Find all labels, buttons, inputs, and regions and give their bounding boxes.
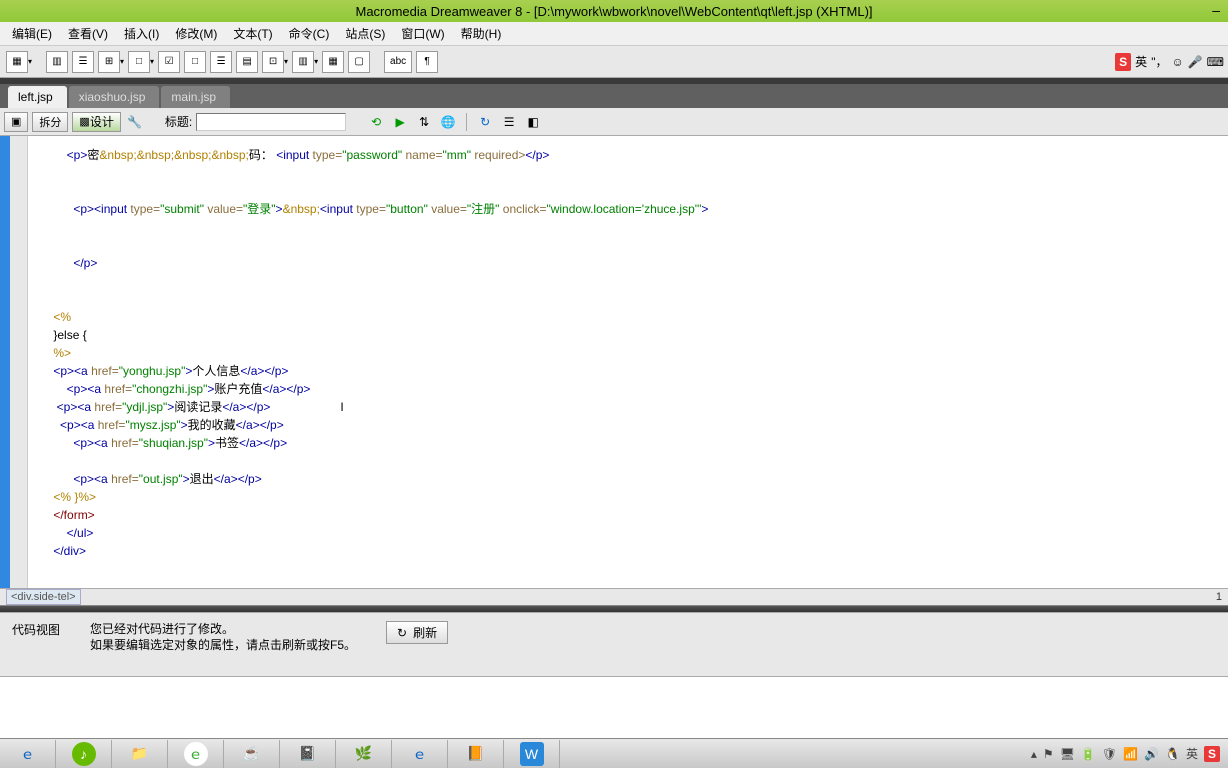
document-tabs: left.jsp xiaoshuo.jsp main.jsp [0,84,1228,108]
taskbar-book-icon[interactable]: 📙 [448,740,504,768]
taskbar-notes-icon[interactable]: 📓 [280,740,336,768]
ime-keyboard-icon[interactable]: ⌨ [1207,55,1224,69]
menu-view[interactable]: 查看(V) [60,23,116,44]
code-content[interactable]: <p>密&nbsp;&nbsp;&nbsp;&nbsp;码： <input ty… [28,136,1228,588]
server-debug-icon[interactable]: 🔧 [125,112,145,132]
view-options-icon[interactable]: ☰ [499,112,519,132]
menu-window[interactable]: 窗口(W) [393,23,452,44]
no-browser-check-icon[interactable]: ⟲ [366,112,386,132]
refresh-icon: ↻ [397,626,407,640]
caret-icon[interactable]: ▾ [314,57,318,66]
tray-safedisk-icon[interactable]: 🖥 [1060,747,1075,761]
preview-globe-icon[interactable]: 🌐 [438,112,458,132]
tray-sogou-icon[interactable]: S [1204,746,1220,762]
insert-form-icon[interactable]: ☑ [158,51,180,73]
taskbar-weibo-icon[interactable]: 🌿 [336,740,392,768]
menu-commands[interactable]: 命令(C) [281,23,338,44]
properties-message-2: 如果要编辑选定对象的属性，请点击刷新或按F5。 [90,637,356,653]
caret-icon[interactable]: ▾ [150,57,154,66]
title-label: 标题: [165,113,192,130]
caret-icon[interactable]: ▾ [120,57,124,66]
properties-panel: 代码视图 您已经对代码进行了修改。 如果要编辑选定对象的属性，请点击刷新或按F5… [0,612,1228,676]
insert-frame-icon[interactable]: ⊡ [262,51,284,73]
window-title: Macromedia Dreamweaver 8 - [D:\mywork\wb… [355,4,872,19]
taskbar-java-icon[interactable]: ☕ [224,740,280,768]
refresh-button[interactable]: ↻ 刷新 [386,621,448,644]
code-gutter-marker [0,136,10,588]
insert-image-icon[interactable]: ⊞ [98,51,120,73]
tag-selector-bar: <div.side-tel> 1 [0,588,1228,606]
tray-lang[interactable]: 英 [1186,745,1198,762]
caret-icon[interactable]: ▾ [28,57,32,66]
tray-up-icon[interactable]: ▴ [1031,747,1037,761]
insert-div-icon[interactable]: ☰ [72,51,94,73]
file-management-icon[interactable]: ⇅ [414,112,434,132]
sogou-ime-icon[interactable]: S [1115,53,1131,71]
menu-text[interactable]: 文本(T) [225,23,280,44]
menu-help[interactable]: 帮助(H) [453,23,510,44]
minimize-button[interactable]: – [1212,2,1220,18]
menu-edit[interactable]: 编辑(E) [4,23,60,44]
menu-insert[interactable]: 插入(I) [116,23,167,44]
main-menu-bar: 编辑(E) 查看(V) 插入(I) 修改(M) 文本(T) 命令(C) 站点(S… [0,22,1228,46]
properties-message-1: 您已经对代码进行了修改。 [90,621,356,637]
code-editor[interactable]: <p>密&nbsp;&nbsp;&nbsp;&nbsp;码： <input ty… [0,136,1228,588]
tab-main-jsp[interactable]: main.jsp [161,86,230,108]
ime-mic-icon[interactable]: 🎤 [1188,55,1203,69]
code-view-button[interactable]: ▣ [4,112,28,132]
insert-table-icon[interactable]: ▥ [46,51,68,73]
tag-path[interactable]: <div.side-tel> [6,589,81,605]
tray-sound-icon[interactable]: 🔊 [1144,747,1159,761]
properties-view-label: 代码视图 [12,621,60,638]
insert-text-icon[interactable]: □ [184,51,206,73]
ime-emoji-icon[interactable]: ☺ [1171,55,1183,69]
text-cursor: I [340,400,343,414]
tab-left-jsp[interactable]: left.jsp [8,86,67,108]
tray-battery-icon[interactable]: 🔋 [1081,747,1096,761]
menu-site[interactable]: 站点(S) [337,23,393,44]
menu-modify[interactable]: 修改(M) [167,23,225,44]
tray-net-icon[interactable]: 🛡 [1102,747,1117,761]
windows-taskbar: ｅ ♪ 📁 ｅ ☕ 📓 🌿 ｅ 📙 W ▴ ⚑ 🖥 🔋 🛡 📶 🔊 🐧 英 S [0,738,1228,768]
taskbar-360-icon[interactable]: ｅ [168,740,224,768]
insert-media-icon[interactable]: □ [128,51,150,73]
ime-lang[interactable]: 英 [1135,53,1147,70]
taskbar-ie2-icon[interactable]: ｅ [392,740,448,768]
code-gutter [10,136,28,588]
page-title-input[interactable] [196,113,346,131]
document-toolbar: ▣ 拆分 ▩ 设计 🔧 标题: ⟲ ▶ ⇅ 🌐 ↻ ☰ ◧ [0,108,1228,136]
insert-chars-icon[interactable]: abc [384,51,412,73]
design-view-button[interactable]: ▩ 设计 [72,112,120,132]
window-titlebar: Macromedia Dreamweaver 8 - [D:\mywork\wb… [0,0,1228,22]
insert-tag-icon[interactable]: ▦ [322,51,344,73]
insert-comment-icon[interactable]: ¶ [416,51,438,73]
tray-flag-icon[interactable]: ⚑ [1043,747,1054,761]
system-tray: ▴ ⚑ 🖥 🔋 🛡 📶 🔊 🐧 英 S [1031,745,1228,762]
insert-ssi-icon[interactable]: ▢ [348,51,370,73]
ime-punct-icon[interactable]: "， [1151,53,1167,70]
taskbar-music-icon[interactable]: ♪ [56,740,112,768]
tray-wifi-icon[interactable]: 📶 [1123,747,1138,761]
insert-hyperlink-icon[interactable]: ▦ [6,51,28,73]
taskbar-ie-icon[interactable]: ｅ [0,740,56,768]
caret-icon[interactable]: ▾ [284,57,288,66]
insert-toolbar: ▦▾ ▥ ☰ ⊞▾ □▾ ☑ □ ☰ ▤ ⊡▾ ▥▾ ▦ ▢ abc ¶ S 英… [0,46,1228,78]
taskbar-wps-icon[interactable]: W [504,740,560,768]
insert-template-icon[interactable]: ▥ [292,51,314,73]
insert-list-icon[interactable]: ☰ [210,51,232,73]
visual-aids-icon[interactable]: ◧ [523,112,543,132]
refresh-label: 刷新 [413,624,437,641]
line-number: 1 [1216,591,1222,603]
insert-layout-icon[interactable]: ▤ [236,51,258,73]
tab-xiaoshuo-jsp[interactable]: xiaoshuo.jsp [69,86,160,108]
split-view-button[interactable]: 拆分 [32,112,68,132]
validate-icon[interactable]: ▶ [390,112,410,132]
tray-qq-icon[interactable]: 🐧 [1165,747,1180,761]
taskbar-explorer-icon[interactable]: 📁 [112,740,168,768]
refresh-icon[interactable]: ↻ [475,112,495,132]
